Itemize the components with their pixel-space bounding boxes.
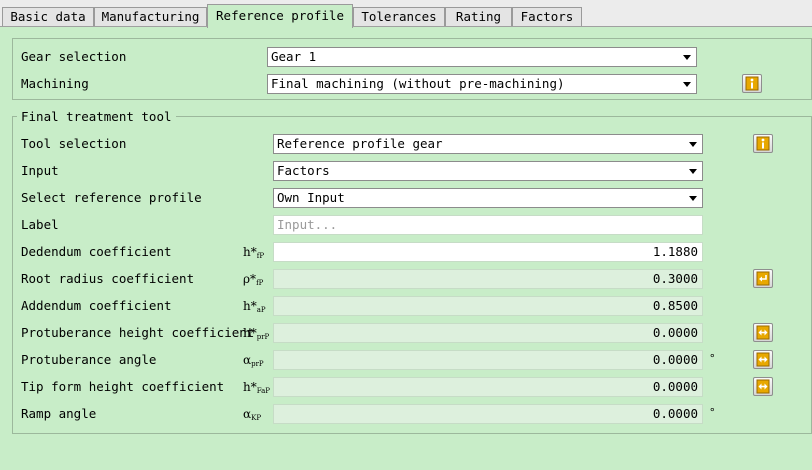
reference-profile-value: Own Input <box>277 190 345 205</box>
protuberance-angle-unit: ° <box>709 352 716 365</box>
double-arrow-icon <box>756 325 770 340</box>
gear-selection-label: Gear selection <box>21 49 127 64</box>
addendum-coefficient-input[interactable]: 0.8500 <box>273 296 703 316</box>
input-combo[interactable]: Factors <box>273 161 703 181</box>
machining-label: Machining <box>21 76 89 91</box>
protuberance-angle-input[interactable]: 0.0000 <box>273 350 703 370</box>
machining-info-button[interactable] <box>742 74 762 93</box>
gear-selection-combo[interactable]: Gear 1 <box>267 47 697 67</box>
root-radius-coefficient-input[interactable]: 0.3000 <box>273 269 703 289</box>
root-radius-enter-button[interactable] <box>753 269 773 288</box>
tip-form-height-coefficient-label: Tip form height coefficient <box>21 379 225 394</box>
protuberance-height-coefficient-input[interactable]: 0.0000 <box>273 323 703 343</box>
reference-profile-combo[interactable]: Own Input <box>273 188 703 208</box>
tool-selection-info-button[interactable] <box>753 134 773 153</box>
tab-reference-profile[interactable]: Reference profile <box>207 4 353 28</box>
addendum-coefficient-symbol: h*aP <box>243 299 266 314</box>
ramp-angle-symbol: αKP <box>243 407 262 422</box>
chevron-down-icon <box>683 55 691 60</box>
double-arrow-icon <box>756 352 770 367</box>
protuberance-height-convert-button[interactable] <box>753 323 773 342</box>
gear-selection-value: Gear 1 <box>271 49 317 64</box>
tab-factors[interactable]: Factors <box>512 7 582 26</box>
addendum-coefficient-label: Addendum coefficient <box>21 298 172 313</box>
dedendum-coefficient-input[interactable]: 1.1880 <box>273 242 703 262</box>
label-field-label: Label <box>21 217 59 232</box>
tool-selection-value: Reference profile gear <box>277 136 443 151</box>
reference-profile-label: Select reference profile <box>21 190 202 205</box>
machining-value: Final machining (without pre-machining) <box>271 76 565 91</box>
label-input[interactable]: Input... <box>273 215 703 235</box>
tip-form-height-coefficient-input[interactable]: 0.0000 <box>273 377 703 397</box>
ramp-angle-input[interactable]: 0.0000 <box>273 404 703 424</box>
root-radius-coefficient-symbol: ρ*fP <box>243 272 264 287</box>
protuberance-height-coefficient-label: Protuberance height coefficient <box>21 325 255 340</box>
tab-rating[interactable]: Rating <box>445 7 512 26</box>
chevron-down-icon <box>689 169 697 174</box>
protuberance-angle-symbol: αprP <box>243 353 264 368</box>
enter-arrow-icon <box>756 271 770 286</box>
tool-selection-label: Tool selection <box>21 136 127 151</box>
ramp-angle-label: Ramp angle <box>21 406 97 421</box>
dedendum-coefficient-symbol: h*fP <box>243 245 265 260</box>
chevron-down-icon <box>689 142 697 147</box>
tab-bar: Basic data Manufacturing Reference profi… <box>0 0 812 28</box>
tab-basic-data[interactable]: Basic data <box>2 7 94 26</box>
ramp-angle-unit: ° <box>709 406 716 419</box>
final-treatment-tool-title: Final treatment tool <box>17 109 176 124</box>
dedendum-coefficient-label: Dedendum coefficient <box>21 244 172 259</box>
tab-tolerances[interactable]: Tolerances <box>353 7 445 26</box>
protuberance-height-coefficient-symbol: h*prP <box>243 326 270 341</box>
info-icon <box>745 76 759 91</box>
tip-form-height-coefficient-symbol: h*FaP <box>243 380 270 395</box>
chevron-down-icon <box>689 196 697 201</box>
input-value: Factors <box>277 163 330 178</box>
protuberance-angle-convert-button[interactable] <box>753 350 773 369</box>
chevron-down-icon <box>683 82 691 87</box>
protuberance-angle-label: Protuberance angle <box>21 352 157 367</box>
info-icon <box>756 136 770 151</box>
machining-combo[interactable]: Final machining (without pre-machining) <box>267 74 697 94</box>
input-label: Input <box>21 163 59 178</box>
tip-form-height-convert-button[interactable] <box>753 377 773 396</box>
tab-manufacturing[interactable]: Manufacturing <box>94 7 207 26</box>
double-arrow-icon <box>756 379 770 394</box>
root-radius-coefficient-label: Root radius coefficient <box>21 271 195 286</box>
tool-selection-combo[interactable]: Reference profile gear <box>273 134 703 154</box>
